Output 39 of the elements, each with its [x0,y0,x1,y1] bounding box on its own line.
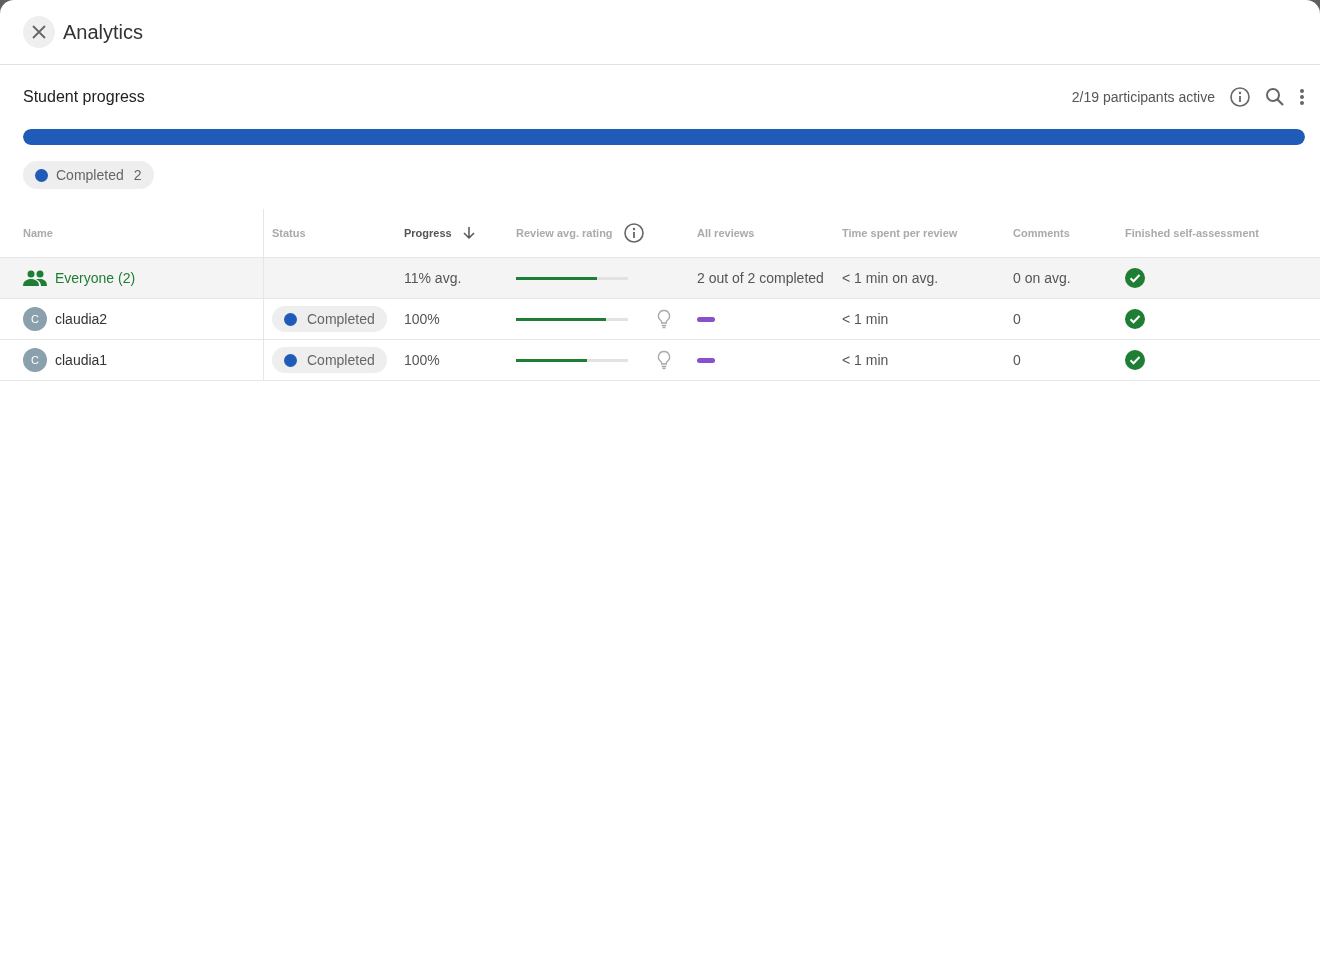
progress-cell: 100% [404,311,440,327]
column-header[interactable]: Finished self-assessment [1125,227,1259,239]
info-icon[interactable] [622,222,645,244]
sort-down-icon[interactable] [461,226,476,240]
column-header[interactable]: Status [272,227,306,239]
reviews-cell: 2 out of 2 completed [697,270,824,286]
name-cell[interactable]: claudia2 [55,311,108,327]
name-cell[interactable]: claudia1 [55,352,108,368]
column-header[interactable]: Review avg. rating [516,227,613,239]
column-header[interactable]: All reviews [697,227,755,239]
time-cell: < 1 min on avg. [842,270,939,286]
column-header[interactable]: Name [23,227,53,239]
progress-cell: 11% avg. [404,270,462,286]
reviews-bar [697,357,715,363]
status-chip: Completed [272,306,387,332]
group-icon [23,270,47,286]
column-header[interactable]: Time spent per review [842,227,958,239]
time-cell: < 1 min [842,311,889,327]
comments-cell: 0 [1013,311,1021,327]
window-title: Analytics [63,20,144,44]
comments-cell: 0 [1013,352,1021,368]
close-icon [32,25,46,39]
avatar: C [23,307,47,331]
comments-cell: 0 on avg. [1013,270,1071,286]
section-title: Student progress [23,88,145,106]
status-chip: Completed [272,347,387,373]
column-header[interactable]: Progress [404,227,452,239]
legend-chip[interactable]: Completed 2 [23,161,154,189]
search-icon[interactable] [1265,87,1285,107]
close-button[interactable] [23,16,55,48]
time-cell: < 1 min [842,352,889,368]
reviews-bar [697,316,715,322]
progress-cell: 100% [404,352,440,368]
info-icon[interactable] [1229,86,1251,108]
participants-count: 2/19 participants active [1071,89,1215,105]
name-cell[interactable]: Everyone (2) [55,270,136,286]
column-header[interactable]: Comments [1013,227,1070,239]
avatar: C [23,348,47,372]
more-icon[interactable] [1299,88,1305,106]
